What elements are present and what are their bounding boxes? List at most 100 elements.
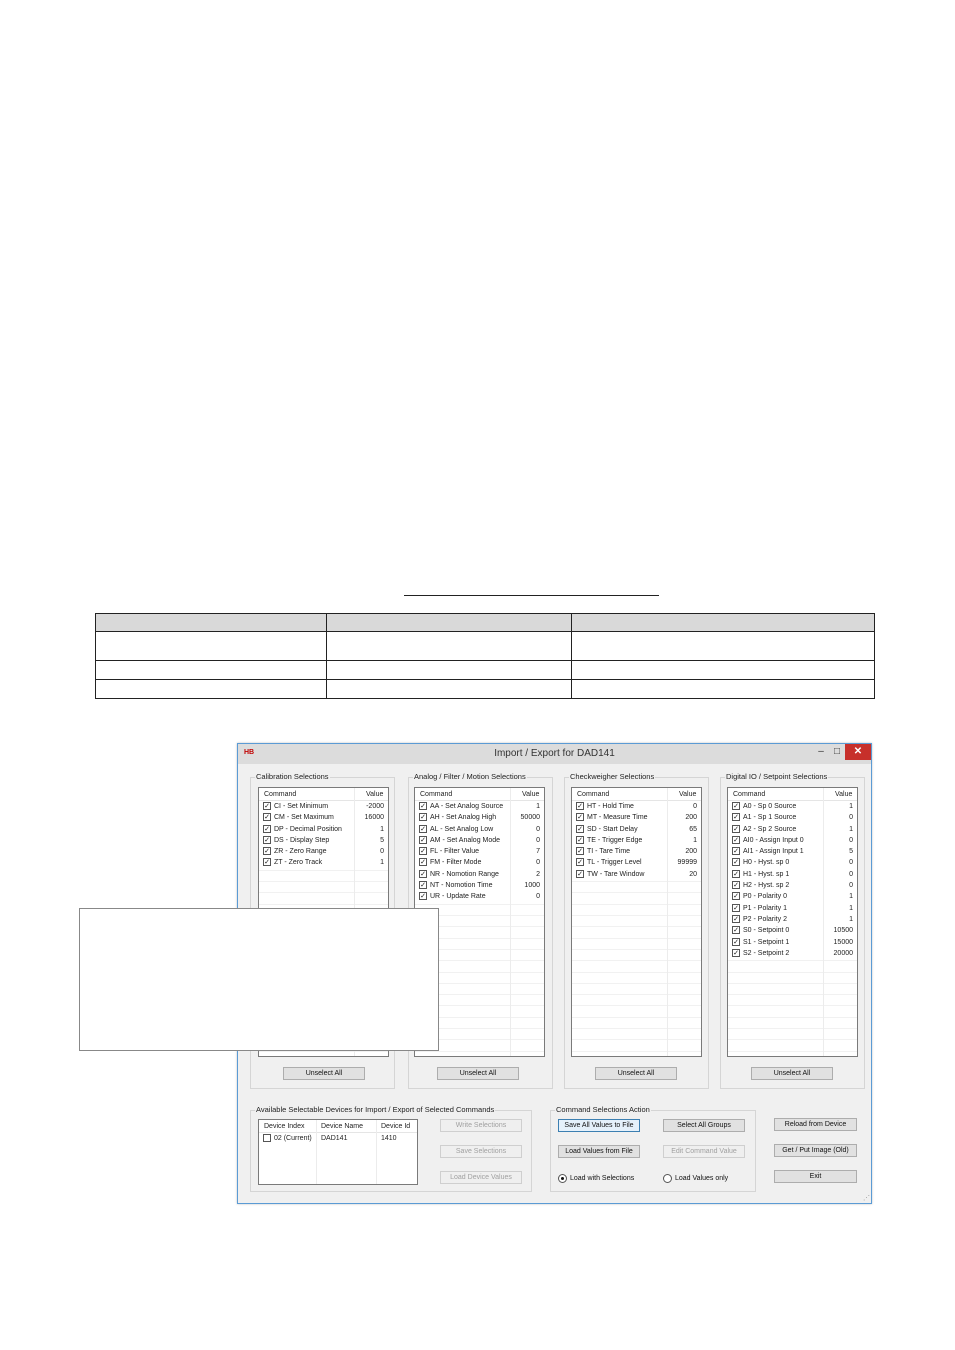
digital-unselect-all-button[interactable]: Unselect All — [751, 1067, 833, 1080]
command-row[interactable]: ✓ S1 - Setpoint 1 15000 — [728, 937, 857, 948]
command-row[interactable]: ✓ TL - Trigger Level 99999 — [572, 857, 701, 868]
command-checkbox[interactable]: ✓ — [419, 802, 427, 810]
command-row[interactable]: ✓ DP - Decimal Position 1 — [259, 824, 388, 835]
command-row[interactable]: ✓ HT - Hold Time 0 — [572, 801, 701, 812]
command-row[interactable]: ✓ ZT - Zero Track 1 — [259, 857, 388, 868]
maximize-button[interactable]: □ — [830, 744, 844, 760]
command-checkbox[interactable]: ✓ — [419, 869, 427, 878]
command-checkbox[interactable]: ✓ — [263, 858, 271, 867]
digital-list[interactable]: Command Value ✓ A0 - Sp 0 Source 1 ✓ A1 - Sp 1… — [727, 787, 858, 1057]
command-row[interactable]: ✓ AA - Set Analog Source 1 — [415, 801, 544, 812]
command-row[interactable]: ✓ P0 - Polarity 0 1 — [728, 891, 857, 902]
command-checkbox[interactable]: ✓ — [263, 802, 271, 810]
title-bar[interactable]: HB Import / Export for DAD141 – □ ✕ — [238, 744, 871, 764]
device-row[interactable]: 02 (Current) DAD141 1410 — [259, 1133, 417, 1144]
devices-list[interactable]: Device Index Device Name Device Id 02 (C… — [258, 1119, 418, 1185]
command-row[interactable]: ✓ S2 - Setpoint 2 20000 — [728, 948, 857, 959]
command-checkbox[interactable]: ✓ — [732, 914, 740, 923]
command-checkbox[interactable]: ✓ — [576, 813, 584, 822]
command-checkbox[interactable]: ✓ — [419, 813, 427, 822]
command-checkbox[interactable]: ✓ — [263, 847, 271, 856]
analog-unselect-all-button[interactable]: Unselect All — [437, 1067, 519, 1080]
command-row[interactable]: ✓ DS - Display Step 5 — [259, 835, 388, 846]
command-row[interactable]: ✓ FL - Filter Value 7 — [415, 846, 544, 857]
get-put-image-button[interactable]: Get / Put Image (Old) — [774, 1144, 857, 1157]
command-checkbox[interactable]: ✓ — [419, 835, 427, 844]
command-row[interactable]: ✓ FM - Filter Mode 0 — [415, 857, 544, 868]
command-row[interactable]: ✓ AI1 - Assign Input 1 5 — [728, 846, 857, 857]
command-checkbox[interactable]: ✓ — [263, 824, 271, 833]
resize-grip-icon[interactable]: ⋰ — [863, 1194, 870, 1202]
command-row[interactable]: ✓ ZR - Zero Range 0 — [259, 846, 388, 857]
command-checkbox[interactable]: ✓ — [732, 847, 740, 856]
command-row[interactable]: ✓ A1 - Sp 1 Source 0 — [728, 812, 857, 823]
command-checkbox[interactable]: ✓ — [732, 858, 740, 867]
command-checkbox[interactable]: ✓ — [576, 802, 584, 810]
command-checkbox[interactable]: ✓ — [732, 926, 740, 935]
command-row[interactable]: ✓ AL - Set Analog Low 0 — [415, 824, 544, 835]
command-row[interactable]: ✓ AH - Set Analog High 50000 — [415, 812, 544, 823]
command-row[interactable]: ✓ H0 - Hyst. sp 0 0 — [728, 857, 857, 868]
command-checkbox[interactable]: ✓ — [419, 847, 427, 856]
exit-button[interactable]: Exit — [774, 1170, 857, 1183]
command-checkbox[interactable]: ✓ — [576, 847, 584, 856]
command-row[interactable]: ✓ TE - Trigger Edge 1 — [572, 835, 701, 846]
command-checkbox[interactable]: ✓ — [576, 869, 584, 878]
command-checkbox[interactable]: ✓ — [732, 903, 740, 912]
command-checkbox[interactable]: ✓ — [732, 937, 740, 946]
command-checkbox[interactable]: ✓ — [732, 824, 740, 833]
command-row[interactable]: ✓ MT - Measure Time 200 — [572, 812, 701, 823]
command-checkbox[interactable]: ✓ — [732, 802, 740, 810]
save-selections-button[interactable]: Save Selections — [440, 1145, 522, 1158]
command-row[interactable]: ✓ NT - Nomotion Time 1000 — [415, 880, 544, 891]
reload-from-device-button[interactable]: Reload from Device — [774, 1118, 857, 1131]
command-row[interactable]: ✓ A0 - Sp 0 Source 1 — [728, 801, 857, 812]
checkweigher-list[interactable]: Command Value ✓ HT - Hold Time 0 ✓ MT - Measur… — [571, 787, 702, 1057]
load-values-only-radio[interactable] — [663, 1174, 672, 1183]
command-row[interactable]: ✓ P2 - Polarity 2 1 — [728, 914, 857, 925]
command-checkbox[interactable]: ✓ — [576, 835, 584, 844]
calibration-unselect-all-button[interactable]: Unselect All — [283, 1067, 365, 1080]
save-all-values-button[interactable]: Save All Values to File — [558, 1119, 640, 1132]
load-values-from-file-button[interactable]: Load Values from File — [558, 1145, 640, 1158]
command-checkbox[interactable]: ✓ — [263, 835, 271, 844]
command-row[interactable]: ✓ CI - Set Minimum -2000 — [259, 801, 388, 812]
write-selections-button[interactable]: Write Selections — [440, 1119, 522, 1132]
command-checkbox[interactable]: ✓ — [732, 881, 740, 890]
command-checkbox[interactable]: ✓ — [419, 858, 427, 867]
column-divider — [823, 788, 824, 1056]
command-checkbox[interactable]: ✓ — [732, 835, 740, 844]
device-checkbox[interactable] — [263, 1134, 271, 1142]
command-checkbox[interactable]: ✓ — [576, 858, 584, 867]
edit-command-value-button[interactable]: Edit Command Value — [663, 1145, 745, 1158]
load-device-values-button[interactable]: Load Device Values — [440, 1171, 522, 1184]
close-button[interactable]: ✕ — [845, 744, 871, 760]
command-checkbox[interactable]: ✓ — [263, 813, 271, 822]
command-checkbox[interactable]: ✓ — [419, 892, 427, 901]
command-row[interactable]: ✓ TI - Tare Time 200 — [572, 846, 701, 857]
select-all-groups-button[interactable]: Select All Groups — [663, 1119, 745, 1132]
command-row[interactable]: ✓ AM - Set Analog Mode 0 — [415, 835, 544, 846]
command-checkbox[interactable]: ✓ — [576, 824, 584, 833]
command-row[interactable]: ✓ S0 - Setpoint 0 10500 — [728, 925, 857, 936]
load-with-selections-radio[interactable] — [558, 1174, 567, 1183]
command-row[interactable]: ✓ TW - Tare Window 20 — [572, 869, 701, 880]
command-row[interactable]: ✓ AI0 - Assign Input 0 0 — [728, 835, 857, 846]
command-row[interactable]: ✓ UR - Update Rate 0 — [415, 891, 544, 902]
grid-line — [572, 1028, 701, 1029]
command-checkbox[interactable]: ✓ — [419, 824, 427, 833]
command-checkbox[interactable]: ✓ — [419, 881, 427, 890]
command-row[interactable]: ✓ NR - Nomotion Range 2 — [415, 869, 544, 880]
command-row[interactable]: ✓ P1 - Polarity 1 1 — [728, 903, 857, 914]
command-row[interactable]: ✓ H2 - Hyst. sp 2 0 — [728, 880, 857, 891]
command-row[interactable]: ✓ A2 - Sp 2 Source 1 — [728, 824, 857, 835]
command-row[interactable]: ✓ CM - Set Maximum 16000 — [259, 812, 388, 823]
command-checkbox[interactable]: ✓ — [732, 869, 740, 878]
minimize-button[interactable]: – — [814, 744, 828, 760]
checkweigher-unselect-all-button[interactable]: Unselect All — [595, 1067, 677, 1080]
command-checkbox[interactable]: ✓ — [732, 892, 740, 901]
command-checkbox[interactable]: ✓ — [732, 813, 740, 822]
command-row[interactable]: ✓ H1 - Hyst. sp 1 0 — [728, 869, 857, 880]
command-checkbox[interactable]: ✓ — [732, 948, 740, 957]
command-row[interactable]: ✓ SD - Start Delay 65 — [572, 824, 701, 835]
